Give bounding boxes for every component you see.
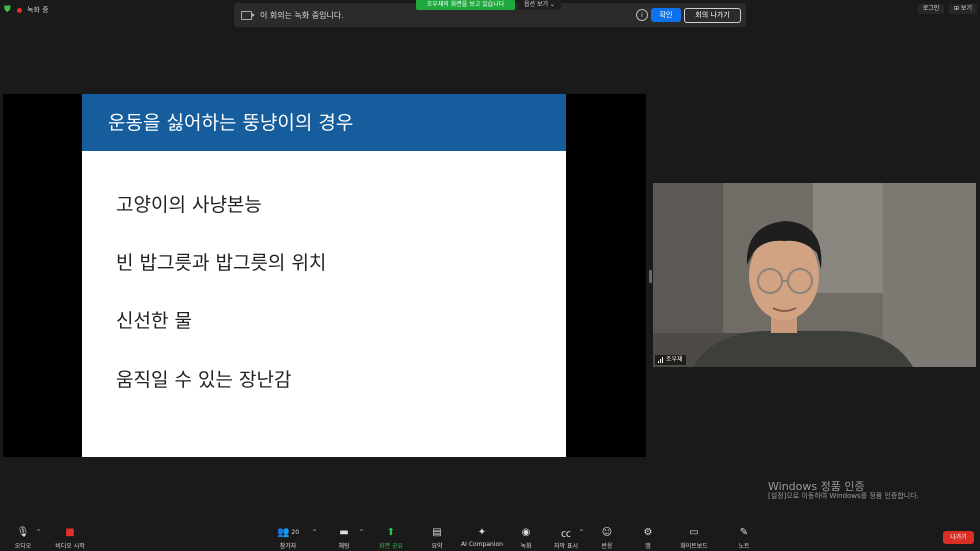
slide-bullet: 빈 밥그릇과 밥그릇의 위치 (116, 252, 327, 274)
whiteboard-icon: ▭ (689, 527, 699, 538)
summary-button[interactable]: ▤ 요약 (412, 526, 462, 550)
participant-name: 조우재 (666, 356, 683, 363)
view-options-button[interactable]: 옵션 보기 ⌄ (518, 0, 561, 10)
recording-status: ⛊ 녹화 중 (4, 3, 49, 17)
shared-screen: 운동을 싫어하는 뚱냥이의 경우 고양이의 사냥본능 빈 밥그릇과 밥그릇의 위… (3, 94, 646, 457)
resize-handle[interactable] (649, 270, 652, 283)
participant-video-image (653, 183, 976, 367)
microphone-icon: 🎙 (16, 527, 30, 538)
participants-button[interactable]: 👥 20 참가자 (263, 526, 313, 550)
recording-banner-text: 이 회의는 녹화 중입니다. (260, 10, 344, 20)
share-screen-icon: ⬆ (386, 527, 396, 538)
participants-count: 20 (291, 529, 300, 536)
video-button[interactable]: ■ 비디오 시작 (45, 526, 95, 550)
view-button[interactable]: ⊞ 보기 (949, 4, 977, 14)
confirm-button[interactable]: 확인 (651, 8, 681, 22)
audio-options-caret[interactable]: ^ (36, 529, 41, 536)
recording-status-label: 녹화 중 (27, 6, 49, 14)
participants-options-caret[interactable]: ^ (312, 529, 317, 536)
leave-meeting-button[interactable]: 회의 나가기 (684, 8, 741, 23)
whiteboard-button[interactable]: ▭ 화이트보드 (669, 526, 719, 550)
windows-activation-subtitle: [설정]으로 이동하여 Windows를 정품 인증합니다. (768, 492, 919, 500)
notes-button[interactable]: ✎ 노트 (719, 526, 769, 550)
signal-strength-icon (658, 357, 663, 363)
apps-button[interactable]: ⚙ 앱 (623, 526, 673, 550)
participants-icon: 👥 20 (276, 527, 300, 538)
recording-dot-icon (17, 7, 22, 13)
viewing-screen-tag: 조우재의 화면을 보고 있습니다 (416, 0, 515, 10)
info-icon[interactable]: i (636, 9, 648, 21)
record-icon: ◉ (521, 527, 531, 538)
presentation-slide: 운동을 싫어하는 뚱냥이의 경우 고양이의 사냥본능 빈 밥그릇과 밥그릇의 위… (82, 94, 566, 457)
chat-icon: ▬ (339, 527, 349, 538)
video-off-icon: ■ (65, 527, 75, 538)
video-camera-icon (241, 10, 255, 20)
emoji-icon: ☺ (601, 527, 613, 538)
chat-options-caret[interactable]: ^ (359, 529, 364, 536)
slide-bullet: 움직일 수 있는 장난감 (116, 369, 292, 391)
slide-bullet: 신선한 물 (116, 310, 192, 332)
slide-title: 운동을 싫어하는 뚱냥이의 경우 (108, 112, 354, 134)
share-screen-button[interactable]: ⬆ 화면 공유 (366, 526, 416, 550)
shield-icon[interactable]: ⛊ (4, 5, 12, 15)
sparkle-icon: ✦ (477, 527, 487, 538)
participant-name-tag: 조우재 (655, 355, 686, 365)
notes-icon: ✎ (739, 527, 749, 538)
participant-video[interactable]: 조우재 (653, 183, 976, 367)
ai-companion-button[interactable]: ✦ AI Companion (457, 526, 507, 548)
summary-icon: ▤ (432, 527, 442, 538)
closed-captions-icon: ㏄ (561, 529, 571, 540)
login-button[interactable]: 로그인 (918, 4, 944, 14)
apps-icon: ⚙ (643, 527, 653, 538)
slide-bullet: 고양이의 사냥본능 (116, 194, 262, 216)
slide-header: 운동을 싫어하는 뚱냥이의 경우 (82, 94, 566, 151)
leave-button[interactable]: 나가기 (943, 531, 974, 544)
